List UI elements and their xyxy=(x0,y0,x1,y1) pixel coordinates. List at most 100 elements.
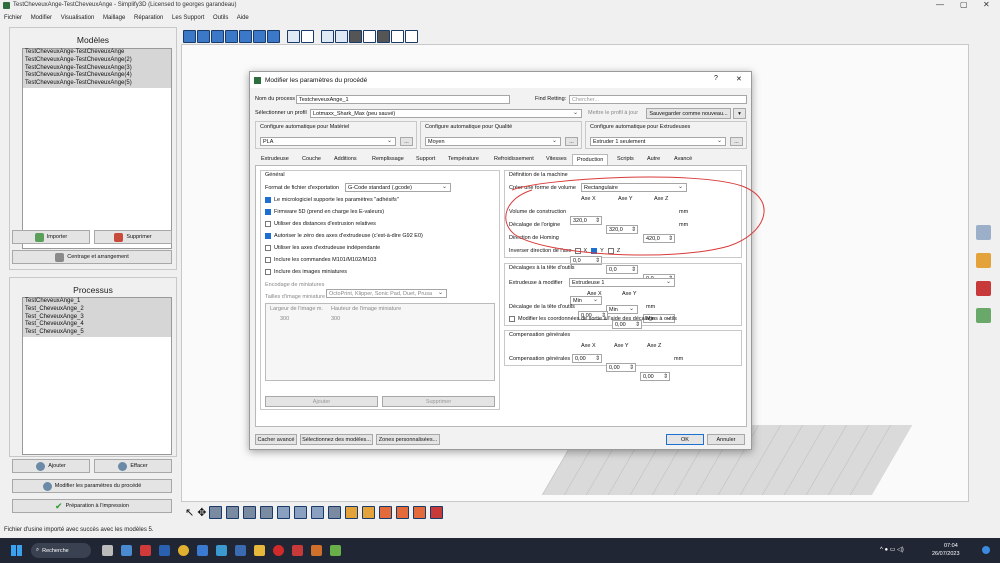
list-item[interactable]: Test_CheveuxAnge_5 xyxy=(23,329,171,337)
find-input[interactable]: Chercher... xyxy=(569,95,747,104)
variable-layer-icon[interactable] xyxy=(345,506,359,519)
add-process-button[interactable]: Ajouter xyxy=(12,459,90,473)
import-button[interactable]: Importer xyxy=(12,230,90,244)
material-select[interactable]: PLA xyxy=(260,137,396,146)
list-item[interactable]: Test_CheveuxAnge_2 xyxy=(23,305,171,314)
checkbox[interactable] xyxy=(265,269,271,275)
check-zero-axes[interactable]: Autoriser le zéro des axes d'extrudeuse … xyxy=(265,233,423,239)
thumb-width-value[interactable]: 300 xyxy=(280,316,289,322)
custom-zones-button[interactable]: Zones personnalisées... xyxy=(376,434,440,445)
rotate-icon[interactable] xyxy=(226,506,240,519)
app-icon[interactable] xyxy=(121,545,132,556)
section-z-icon[interactable] xyxy=(405,30,418,43)
save-menu-button[interactable]: ▾ xyxy=(733,108,746,119)
tools-icon[interactable] xyxy=(976,281,991,296)
select-models-button[interactable]: Sélectionnez des modèles... xyxy=(300,434,373,445)
menu-visualisation[interactable]: Visualisation xyxy=(61,15,95,21)
app-icon[interactable] xyxy=(292,545,303,556)
list-item[interactable]: Test_CheveuxAnge_4 xyxy=(23,321,171,330)
app-icon[interactable] xyxy=(235,545,246,556)
cut-icon[interactable] xyxy=(277,506,291,519)
object-list-icon[interactable] xyxy=(976,225,991,240)
center-icon[interactable] xyxy=(243,506,257,519)
paint-icon[interactable] xyxy=(379,506,393,519)
move-icon[interactable]: ✥ xyxy=(197,506,206,519)
merge-icon[interactable] xyxy=(328,506,342,519)
tab-extrudeuse[interactable]: Extrudeuse xyxy=(257,154,293,165)
trash-icon[interactable] xyxy=(430,506,444,519)
mirror-icon[interactable] xyxy=(294,506,308,519)
export-format-select[interactable]: G-Code standard (.gcode) xyxy=(345,183,451,192)
help-icon[interactable]: ? xyxy=(714,75,718,82)
dialog-close-icon[interactable]: ✕ xyxy=(736,75,742,83)
tab-autre[interactable]: Autre xyxy=(643,154,664,165)
opera-icon[interactable] xyxy=(273,545,284,556)
scale-icon[interactable] xyxy=(209,506,223,519)
checkbox[interactable] xyxy=(265,245,271,251)
folder-icon[interactable] xyxy=(254,545,265,556)
view-left-icon[interactable] xyxy=(253,30,266,43)
support-icon[interactable] xyxy=(260,506,274,519)
tab-remplissage[interactable]: Remplissage xyxy=(368,154,408,165)
remove-process-button[interactable]: Effacer xyxy=(94,459,172,473)
notification-icon[interactable] xyxy=(982,546,990,554)
minimize-icon[interactable]: — xyxy=(936,0,944,9)
check-firmware-5d[interactable]: Firmware 5D (prend en charge les E-valeu… xyxy=(265,209,384,215)
checkbox[interactable] xyxy=(509,316,515,322)
tab-couche[interactable]: Couche xyxy=(298,154,325,165)
checkbox[interactable] xyxy=(265,209,271,215)
tab-vitesses[interactable]: Vitesses xyxy=(542,154,571,165)
split-icon[interactable] xyxy=(311,506,325,519)
ortho-icon[interactable] xyxy=(301,30,314,43)
menu-support[interactable]: Les Support xyxy=(172,15,204,21)
menu-maillage[interactable]: Maillage xyxy=(103,15,125,21)
edit-process-button[interactable]: Modifier les paramètres du procédé xyxy=(12,479,172,493)
chrome-icon[interactable] xyxy=(178,545,189,556)
app-icon[interactable] xyxy=(216,545,227,556)
checkbox[interactable] xyxy=(265,221,271,227)
list-item[interactable]: TestCheveuxAnge-TestCheveuxAnge(5) xyxy=(23,80,171,88)
section-y-icon[interactable] xyxy=(391,30,404,43)
check-thumbnails[interactable]: Inclure des images miniatures xyxy=(265,269,347,275)
list-item[interactable]: Test_CheveuxAnge_3 xyxy=(23,313,171,322)
tab-scripts[interactable]: Scripts xyxy=(613,154,638,165)
seam-icon[interactable] xyxy=(362,506,376,519)
clock-time[interactable]: 07:04 xyxy=(944,543,958,549)
layers-icon[interactable] xyxy=(976,253,991,268)
processes-list[interactable]: TestCheveuxAnge_1 Test_CheveuxAnge_2 Tes… xyxy=(22,297,172,455)
windows-start-icon[interactable] xyxy=(11,545,22,556)
mark-icon[interactable] xyxy=(413,506,427,519)
app-icon[interactable] xyxy=(197,545,208,556)
list-item[interactable]: TestCheveuxAnge-TestCheveuxAnge xyxy=(23,49,171,57)
measure-icon[interactable] xyxy=(976,308,991,323)
view-front-icon[interactable] xyxy=(225,30,238,43)
thumb-encoding-select[interactable]: OctoPrint, Klipper, Sonic Pad, Duet, Pru… xyxy=(326,289,447,298)
brim-icon[interactable] xyxy=(396,506,410,519)
tab-temperature[interactable]: Température xyxy=(444,154,483,165)
thumb-height-value[interactable]: 300 xyxy=(331,316,340,322)
modify-coords-check[interactable]: Modifier les coordonnées de sortie à l'a… xyxy=(509,316,677,322)
check-independent-axes[interactable]: Utiliser les axes d'extrudeuse indépenda… xyxy=(265,245,380,251)
list-item[interactable]: TestCheveuxAnge-TestCheveuxAnge(3) xyxy=(23,64,171,73)
select-icon[interactable]: ↖ xyxy=(185,506,194,519)
quality-more-button[interactable]: ... xyxy=(565,137,578,146)
list-item[interactable]: TestCheveuxAnge-TestCheveuxAnge(2) xyxy=(23,56,171,65)
view-back-icon[interactable] xyxy=(239,30,252,43)
perspective-icon[interactable] xyxy=(287,30,300,43)
menu-fichier[interactable]: Fichier xyxy=(4,15,22,21)
menu-outils[interactable]: Outils xyxy=(213,15,228,21)
thumb-add-button[interactable]: Ajouter xyxy=(265,396,378,407)
tab-additions[interactable]: Additions xyxy=(330,154,361,165)
quality-select[interactable]: Moyen xyxy=(425,137,561,146)
tab-production[interactable]: Production xyxy=(572,154,609,165)
menu-reparation[interactable]: Réparation xyxy=(134,15,163,21)
section-x-icon[interactable] xyxy=(377,30,390,43)
compensation-y[interactable]: 0,00 xyxy=(606,363,636,372)
extruder-more-button[interactable]: ... xyxy=(730,137,743,146)
profile-select[interactable]: Lotmaxx_Shark_Max (peu sauvé) xyxy=(310,109,582,118)
thumb-delete-button[interactable]: Supprimer xyxy=(382,396,495,407)
tab-refroidissement[interactable]: Refroidissement xyxy=(490,154,538,165)
view-bottom-icon[interactable] xyxy=(211,30,224,43)
view-right-icon[interactable] xyxy=(267,30,280,43)
build-volume-icon[interactable] xyxy=(335,30,348,43)
